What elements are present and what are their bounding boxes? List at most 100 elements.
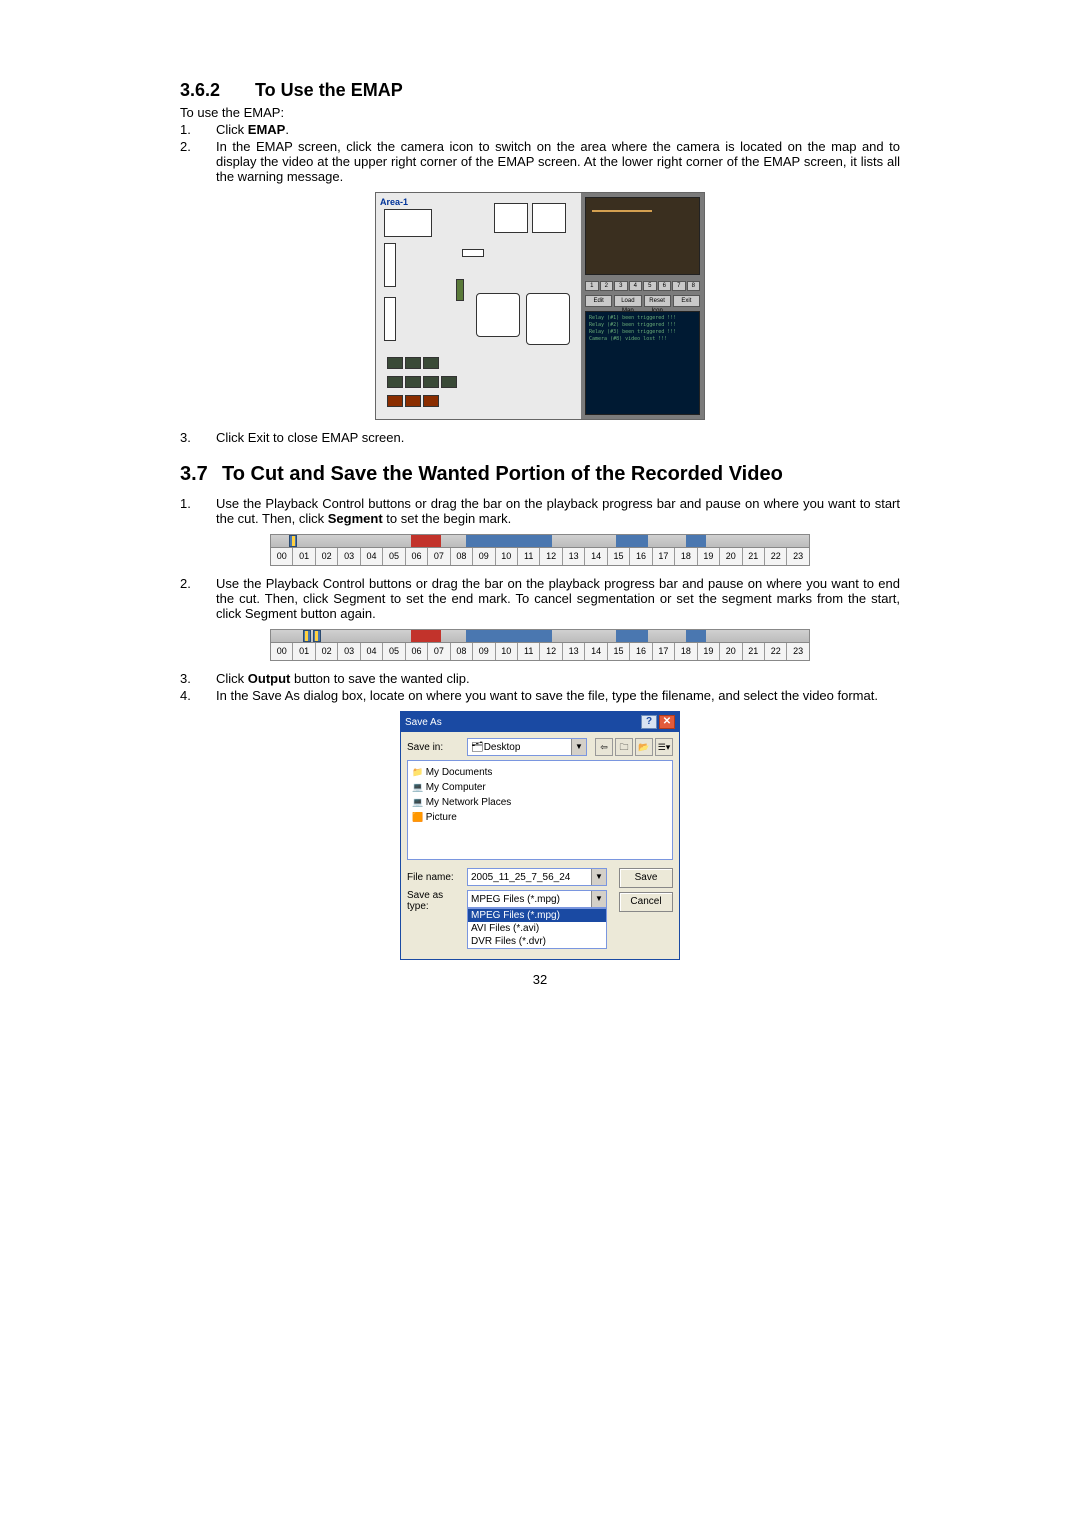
saveas-list-item[interactable]: Picture [412,810,668,825]
saveas-file-list[interactable]: My DocumentsMy ComputerMy Network Places… [407,760,673,860]
segment-begin-marker[interactable] [303,630,311,642]
emap-cam-btn[interactable]: 5 [643,281,657,291]
chevron-down-icon[interactable]: ▼ [591,891,606,907]
saveas-list-item[interactable]: My Computer [412,780,668,795]
savetype-option[interactable]: DVR Files (*.dvr) [468,935,606,948]
timeline-hour-cell: 02 [316,548,338,565]
emap-screenshot: Area-1 1 2 3 4 5 6 [375,192,705,420]
timeline-segment-blue [466,535,552,547]
step-text: Use the Playback Control buttons or drag… [216,496,900,526]
emap-loadmap-button[interactable]: Load Map [614,295,641,307]
emap-figure-wrap: Area-1 1 2 3 4 5 6 [180,192,900,420]
timeline-hour-cell: 11 [518,643,540,660]
timeline-hour-cell: 01 [293,643,315,660]
timeline-hour-cell: 19 [698,643,720,660]
chevron-down-icon[interactable]: ▼ [591,869,606,885]
timeline-hour-cell: 18 [675,643,697,660]
timeline-hour-cell: 19 [698,548,720,565]
timeline-hour-cell: 10 [496,548,518,565]
viewmenu-icon[interactable]: ☰▾ [655,738,673,756]
timeline-hour-cell: 11 [518,548,540,565]
savetype-option[interactable]: MPEG Files (*.mpg) [468,909,606,922]
heading-37-title: To Cut and Save the Wanted Portion of th… [222,463,783,485]
timeline-hour-cell: 17 [653,643,675,660]
playback-progress-bar[interactable] [270,534,810,548]
page-number: 32 [180,972,900,987]
timeline-hour-scale: 0001020304050607080910111213141516171819… [270,548,810,566]
heading-37: 3.7To Cut and Save the Wanted Portion of… [180,463,900,486]
segment-begin-marker[interactable] [289,535,297,547]
timeline-segment-blue [686,630,706,642]
heading-37-number: 3.7 [180,463,222,486]
timeline-hour-cell: 10 [496,643,518,660]
savetype-option[interactable]: AVI Files (*.avi) [468,922,606,935]
step-text: In the Save As dialog box, locate on whe… [216,688,900,703]
timeline-hour-cell: 15 [608,548,630,565]
savein-label: Save in: [407,742,463,753]
back-icon[interactable]: ⇦ [595,738,613,756]
save-button[interactable]: Save [619,868,673,888]
steps-362b: 3. Click Exit to close EMAP screen. [180,430,900,445]
timeline-hour-cell: 20 [720,643,742,660]
segment-end-marker[interactable] [313,630,321,642]
emap-cam-btn[interactable]: 4 [629,281,643,291]
emap-map-area: Area-1 [376,193,581,419]
saveas-list-item[interactable]: My Documents [412,765,668,780]
timeline-hour-cell: 04 [361,548,383,565]
step-text: Use the Playback Control buttons or drag… [216,576,900,621]
timeline-segment-blue [466,630,552,642]
timeline-segment-red [411,630,441,642]
savein-dropdown[interactable]: 🗂 Desktop ▼ [467,738,587,756]
savetype-dropdown[interactable]: MPEG Files (*.mpg) ▼ [467,890,607,908]
timeline-hour-cell: 09 [473,548,495,565]
timeline-hour-cell: 23 [787,548,808,565]
timeline-hour-scale: 0001020304050607080910111213141516171819… [270,643,810,661]
timeline-hour-cell: 22 [765,548,787,565]
chevron-down-icon[interactable]: ▼ [571,739,586,755]
step-num: 3. [180,671,216,686]
timeline-hour-cell: 16 [630,548,652,565]
playback-progress-bar[interactable] [270,629,810,643]
timeline-hour-cell: 23 [787,643,808,660]
savetype-options[interactable]: MPEG Files (*.mpg) AVI Files (*.avi) DVR… [467,908,607,949]
step-text: Click Output button to save the wanted c… [216,671,900,686]
emap-cam-btn[interactable]: 3 [614,281,628,291]
savetype-label: Save as type: [407,890,463,912]
newfolder-icon[interactable]: 📂 [635,738,653,756]
filename-input[interactable]: 2005_11_25_7_56_24 ▼ [467,868,607,886]
folder-icon: 🗂 [471,742,484,753]
emap-cam-btn[interactable]: 1 [585,281,599,291]
saveas-list-item[interactable]: My Network Places [412,795,668,810]
emap-camera-buttons: 1 2 3 4 5 6 7 8 [585,281,700,291]
emap-control-row: Edit Load Map Reset Icon Exit [585,295,700,307]
emap-edit-button[interactable]: Edit [585,295,612,307]
step-num: 4. [180,688,216,703]
emap-cam-btn[interactable]: 2 [600,281,614,291]
emap-cam-btn[interactable]: 7 [672,281,686,291]
help-icon[interactable]: ? [641,715,657,729]
emap-cam-btn[interactable]: 6 [658,281,672,291]
timeline-hour-cell: 14 [585,548,607,565]
intro-362: To use the EMAP: [180,105,900,120]
timeline-hour-cell: 05 [383,643,405,660]
emap-exit-button[interactable]: Exit [673,295,700,307]
close-icon[interactable]: ✕ [659,715,675,729]
timeline-hour-cell: 20 [720,548,742,565]
emap-cam-btn[interactable]: 8 [687,281,701,291]
timeline-hour-cell: 03 [338,643,360,660]
emap-area-label: Area-1 [380,197,408,207]
timeline-hour-cell: 13 [563,643,585,660]
emap-reseticon-button[interactable]: Reset Icon [644,295,671,307]
saveas-figure-wrap: Save As ? ✕ Save in: 🗂 Desktop ▼ ⇦ 🗀 📂 ☰… [180,711,900,960]
steps-362a: 1. Click EMAP. 2. In the EMAP screen, cl… [180,122,900,184]
timeline-hour-cell: 05 [383,548,405,565]
timeline-segment-blue [686,535,706,547]
emap-right-panel: 1 2 3 4 5 6 7 8 Edit Load Map Reset Icon… [581,193,704,419]
up-icon[interactable]: 🗀 [615,738,633,756]
timeline-hour-cell: 00 [271,548,293,565]
timeline-hour-cell: 00 [271,643,293,660]
step-num: 3. [180,430,216,445]
timeline-segment-blue [616,535,648,547]
cancel-button[interactable]: Cancel [619,892,673,912]
saveas-body: Save in: 🗂 Desktop ▼ ⇦ 🗀 📂 ☰▾ My Documen… [401,732,679,959]
